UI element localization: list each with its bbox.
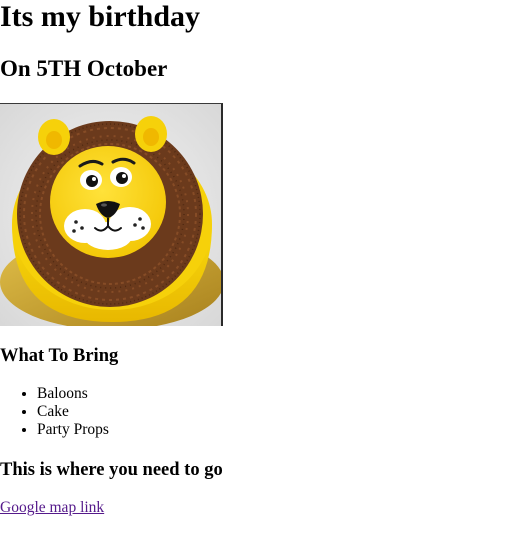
list-item: Party Props: [37, 421, 109, 439]
page-title: Its my birthday: [0, 0, 201, 33]
bring-list: Baloons Cake Party Props: [0, 385, 109, 439]
lion-cake-image: [0, 103, 223, 326]
google-map-link[interactable]: Google map link: [0, 499, 104, 517]
list-item: Cake: [37, 403, 109, 421]
what-to-bring-heading: What To Bring: [0, 346, 119, 366]
page-subtitle: On 5TH October: [0, 56, 168, 81]
list-item: Baloons: [37, 385, 109, 403]
location-heading: This is where you need to go: [0, 460, 223, 480]
